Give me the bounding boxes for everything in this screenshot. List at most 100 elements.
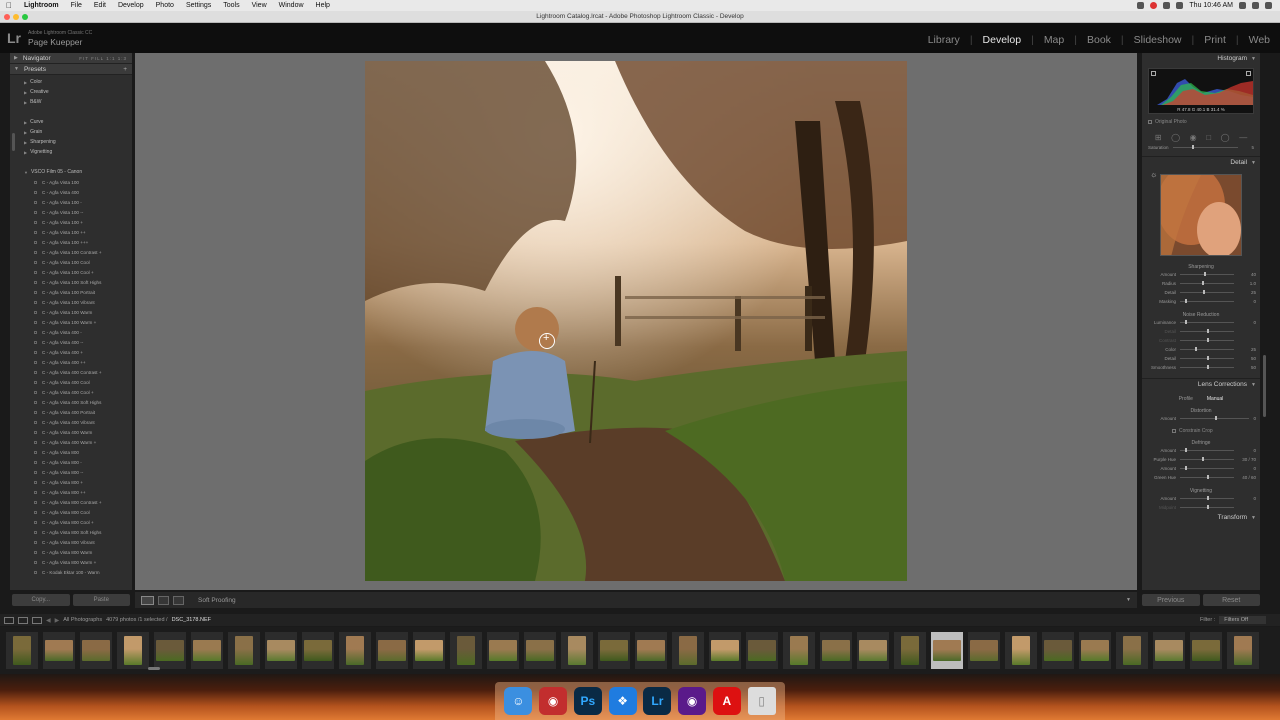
preset-item[interactable]: C - Agfa Vista 800 Cool +	[10, 517, 132, 527]
filmstrip-thumbnail[interactable]	[339, 632, 371, 669]
filmstrip-thumbnail[interactable]	[820, 632, 852, 669]
filmstrip-thumbnail[interactable]	[598, 632, 630, 669]
slider-row[interactable]: Contrast	[1142, 336, 1260, 345]
histogram-header[interactable]: Histogram ▼	[1142, 53, 1260, 64]
preset-item[interactable]: C - Agfa Vista 100 -	[10, 197, 132, 207]
slider-row[interactable]: Amount 0	[1142, 494, 1260, 503]
module-develop[interactable]: Develop	[973, 34, 1034, 46]
filmstrip-thumbnail[interactable]	[117, 632, 149, 669]
preset-item[interactable]: C - Agfa Vista 400	[10, 187, 132, 197]
filmstrip-thumbnail[interactable]	[265, 632, 297, 669]
module-book[interactable]: Book	[1077, 34, 1124, 46]
slider-row[interactable]: Detail	[1142, 327, 1260, 336]
slider-knob[interactable]	[1185, 320, 1188, 324]
filmstrip-thumbnail[interactable]	[857, 632, 889, 669]
slider-row[interactable]: Detail 25	[1142, 288, 1260, 297]
photo-booth-icon[interactable]: ◉	[539, 687, 568, 715]
filmstrip-thumbnail[interactable]	[931, 632, 963, 669]
brush-icon[interactable]: —	[1239, 133, 1247, 142]
preset-item[interactable]: C - Agfa Vista 800 -	[10, 457, 132, 467]
slider-knob[interactable]	[1195, 347, 1198, 351]
menu-photo[interactable]: Photo	[150, 2, 180, 9]
preset-item[interactable]: C - Agfa Vista 400 Portrait	[10, 407, 132, 417]
before-after-icon[interactable]	[158, 595, 169, 605]
red-eye-icon[interactable]: ◉	[1190, 133, 1197, 142]
graduated-filter-icon[interactable]: □	[1206, 133, 1211, 142]
grid-view-icon[interactable]	[32, 616, 42, 624]
slider-track[interactable]	[1180, 466, 1234, 470]
back-arrow-icon[interactable]: ◀	[46, 617, 51, 624]
filmstrip-thumbnail[interactable]	[524, 632, 556, 669]
histogram-clip-highlights-icon[interactable]	[1246, 71, 1251, 76]
presets-header[interactable]: ▼ Presets +	[10, 64, 132, 75]
slider-track[interactable]	[1172, 145, 1238, 149]
module-web[interactable]: Web	[1239, 34, 1270, 46]
preset-item[interactable]: C - Agfa Vista 800 Vibrant	[10, 537, 132, 547]
preset-item[interactable]: C - Agfa Vista 100 Warm +	[10, 317, 132, 327]
safari-icon[interactable]: ❖	[608, 687, 637, 715]
slider-knob[interactable]	[1201, 457, 1204, 461]
preset-item[interactable]: C - Agfa Vista 800	[10, 447, 132, 457]
preset-item[interactable]: C - Agfa Vista 100 Warm	[10, 307, 132, 317]
preset-item[interactable]: C - Agfa Vista 800 ++	[10, 487, 132, 497]
forward-arrow-icon[interactable]: ▶	[55, 617, 60, 624]
preset-item[interactable]: C - Agfa Vista 400 Soft Highs	[10, 397, 132, 407]
menu-settings[interactable]: Settings	[180, 2, 217, 9]
preset-group[interactable]: ▶ Creative	[10, 87, 132, 97]
preset-item[interactable]: C - Agfa Vista 400 Vibrant	[10, 417, 132, 427]
wifi-icon[interactable]	[1163, 2, 1171, 9]
slider-row[interactable]: Green Hue 40 / 60	[1142, 473, 1260, 482]
module-library[interactable]: Library	[918, 34, 973, 46]
distortion-amount-slider[interactable]: Amount 0	[1142, 414, 1260, 423]
filmstrip-thumbnail[interactable]	[1153, 632, 1185, 669]
saturation-slider[interactable]: Saturation 5	[1148, 145, 1254, 150]
filmstrip-thumbnail[interactable]	[1116, 632, 1148, 669]
menu-file[interactable]: File	[65, 2, 88, 9]
menu-list-icon[interactable]	[1265, 2, 1272, 9]
slider-row[interactable]: Luminance 0	[1142, 318, 1260, 327]
preset-item[interactable]: C - Agfa Vista 800 Contrast +	[10, 497, 132, 507]
filmstrip-thumbnail[interactable]	[450, 632, 482, 669]
before-after-split-icon[interactable]	[173, 595, 184, 605]
transform-header[interactable]: Transform ▼	[1142, 512, 1260, 523]
filmstrip-thumbnail[interactable]	[43, 632, 75, 669]
clock[interactable]: Thu 10:46 AM	[1189, 2, 1233, 9]
original-photo-toggle[interactable]: Original Photo	[1148, 119, 1260, 125]
menu-help[interactable]: Help	[310, 2, 336, 9]
paste-button[interactable]: Paste	[72, 594, 130, 606]
slider-row[interactable]: Radius 1.0	[1142, 279, 1260, 288]
preset-item[interactable]: C - Agfa Vista 400 Cool +	[10, 387, 132, 397]
apple-icon[interactable]: 	[0, 1, 18, 10]
spot-removal-icon[interactable]: ◯	[1171, 133, 1180, 142]
slider-knob[interactable]	[1207, 365, 1209, 369]
filmstrip-thumbnail[interactable]	[561, 632, 593, 669]
preset-item[interactable]: C - Agfa Vista 100 +++	[10, 237, 132, 247]
slider-row[interactable]: Midpoint	[1142, 503, 1260, 512]
slider-knob[interactable]	[1207, 329, 1209, 333]
filmstrip-thumbnail[interactable]	[1190, 632, 1222, 669]
battery-icon[interactable]	[1176, 2, 1184, 9]
menu-edit[interactable]: Edit	[88, 2, 112, 9]
preset-group[interactable]: ▶ Vignetting	[10, 147, 132, 157]
slider-track[interactable]	[1180, 281, 1234, 285]
premiere-rush-icon[interactable]: ◉	[678, 687, 707, 715]
copy-button[interactable]: Copy...	[12, 594, 70, 606]
slider-knob[interactable]	[1185, 448, 1188, 452]
slider-track[interactable]	[1180, 329, 1234, 333]
navigator-header[interactable]: ▶ Navigator FIT FILL 1:1 1:3	[10, 53, 132, 64]
histogram[interactable]: R 47.8 G 40.1 B 31.4 %	[1148, 68, 1254, 114]
minimize-window-button[interactable]	[13, 14, 19, 20]
filmstrip-thumbnail[interactable]	[302, 632, 334, 669]
right-panel-scrollbar[interactable]	[1263, 355, 1266, 417]
menu-develop[interactable]: Develop	[112, 2, 150, 9]
slider-row[interactable]: Smoothness 50	[1142, 363, 1260, 372]
preset-item[interactable]: C - Agfa Vista 800 Warm +	[10, 557, 132, 567]
filmstrip-thumbnail[interactable]	[487, 632, 519, 669]
slider-row[interactable]: Masking 0	[1142, 297, 1260, 306]
preset-item[interactable]: C - Agfa Vista 800 +	[10, 477, 132, 487]
filmstrip-thumbnail[interactable]	[746, 632, 778, 669]
preset-item[interactable]: C - Agfa Vista 800 Soft Highs	[10, 527, 132, 537]
preset-group[interactable]: ▶ Sharpening	[10, 137, 132, 147]
slider-track[interactable]	[1180, 496, 1234, 500]
preset-item[interactable]: C - Agfa Vista 100 Vibrant	[10, 297, 132, 307]
